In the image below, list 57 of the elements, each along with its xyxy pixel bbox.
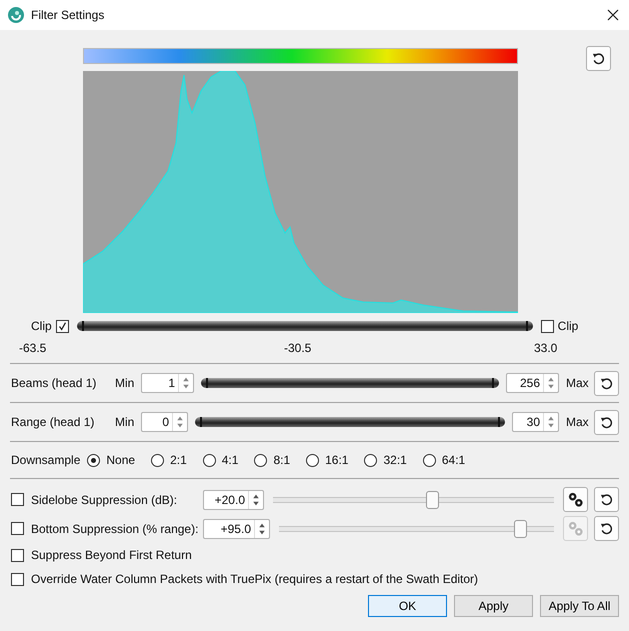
- reset-button[interactable]: [594, 370, 619, 396]
- value-spinbox[interactable]: +95.0: [203, 518, 270, 538]
- gears-icon: [567, 491, 584, 508]
- reset-icon: [599, 492, 614, 507]
- min-label: Min: [115, 376, 136, 390]
- value-spinbox[interactable]: +20.0: [203, 490, 264, 510]
- close-icon[interactable]: [607, 9, 619, 21]
- checkbox[interactable]: [11, 548, 24, 562]
- radio-option[interactable]: 8:1: [254, 453, 290, 467]
- reset-button[interactable]: [594, 487, 619, 512]
- radio-option[interactable]: 64:1: [422, 453, 466, 467]
- min-label: Min: [115, 415, 136, 429]
- radio-option[interactable]: 4:1: [202, 453, 238, 467]
- max-value: 33.0: [534, 341, 558, 357]
- reset-button[interactable]: [586, 46, 611, 71]
- center-value: -30.5: [284, 341, 312, 357]
- checkbox[interactable]: [11, 493, 24, 506]
- app-icon: [8, 7, 24, 23]
- max-label: Max: [565, 376, 590, 390]
- reset-icon: [599, 521, 614, 536]
- radio-option[interactable]: 16:1: [306, 453, 348, 467]
- reset-button[interactable]: [594, 516, 619, 541]
- gears-icon: [567, 520, 584, 537]
- clip-label: Clip: [30, 319, 53, 333]
- apply-button[interactable]: Apply: [454, 595, 533, 617]
- option-label: Override Water Column Packets with TruePix (requires a restart of the Swath Editor): [31, 572, 478, 586]
- checkbox[interactable]: [11, 572, 24, 586]
- clip-checkbox[interactable]: [540, 320, 554, 332]
- row-label: Range (head 1): [10, 415, 96, 429]
- reset-icon: [599, 376, 614, 390]
- radio-option[interactable]: 32:1: [364, 453, 407, 467]
- checkbox[interactable]: [11, 522, 24, 535]
- max-label: Max: [565, 415, 590, 429]
- option-label: Sidelobe Suppression (dB):: [31, 492, 178, 506]
- ok-button[interactable]: OK: [368, 595, 447, 617]
- window-title: Filter Settings: [31, 8, 106, 22]
- option-label: Suppress Beyond First Return: [31, 548, 192, 562]
- radio-option[interactable]: None: [87, 453, 136, 467]
- min-spinbox[interactable]: 0: [141, 412, 188, 432]
- downsample-label: Downsample: [11, 453, 80, 467]
- row-label: Beams (head 1): [10, 376, 98, 390]
- reset-icon: [591, 51, 606, 66]
- reset-button[interactable]: [594, 410, 619, 434]
- max-spinbox[interactable]: 30: [512, 412, 559, 432]
- settings-button[interactable]: [563, 487, 588, 512]
- max-spinbox[interactable]: 256: [506, 373, 559, 393]
- min-value: -63.5: [18, 341, 48, 357]
- reset-icon: [599, 414, 614, 430]
- apply-button[interactable]: Apply To All: [540, 595, 619, 617]
- clip-checkbox[interactable]: [56, 320, 69, 332]
- min-spinbox[interactable]: 1: [141, 373, 194, 393]
- range-slider[interactable]: [195, 417, 505, 427]
- radio-option[interactable]: 2:1: [151, 453, 187, 467]
- range-slider[interactable]: [201, 378, 499, 388]
- range-slider[interactable]: [76, 321, 533, 331]
- option-label: Bottom Suppression (% range):: [31, 522, 200, 536]
- clip-label: Clip: [556, 319, 580, 333]
